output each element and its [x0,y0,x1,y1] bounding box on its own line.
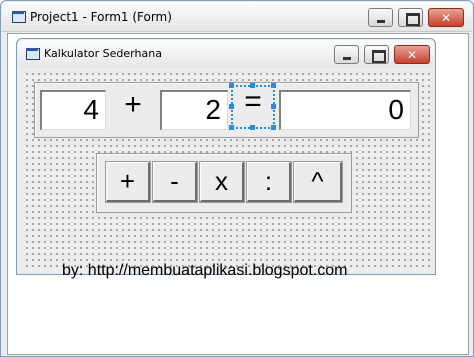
designer-minimize-button[interactable] [368,8,393,27]
minimize-icon [377,20,385,23]
operation-frame: + - x : ^ [96,153,352,213]
minimize-icon [343,57,351,60]
result-textbox[interactable]: 0 [279,90,411,130]
close-icon: ✕ [440,11,452,25]
subtract-button[interactable]: - [152,161,198,203]
operand1-textbox[interactable]: 4 [40,90,106,130]
divide-button[interactable]: : [246,161,292,203]
designer-close-button[interactable]: ✕ [428,8,464,27]
designer-window-title: Project1 - Form1 (Form) [30,10,172,24]
form-title-bar[interactable]: Kalkulator Sederhana ✕ [18,40,434,68]
form-title: Kalkulator Sederhana [44,47,162,60]
operator-label: + [124,88,142,121]
resize-handle[interactable] [229,125,234,130]
form-client-area: 4 + 2 = 0 + - x : ^ by: http://membuatap… [22,69,430,279]
close-icon: ✕ [406,48,418,62]
designer-maximize-button[interactable] [398,8,423,27]
resize-handle[interactable] [271,104,276,109]
resize-handle[interactable] [271,83,276,88]
form-close-button[interactable]: ✕ [394,45,430,64]
form-window[interactable]: Kalkulator Sederhana ✕ 4 + 2 = 0 + - x:… [16,38,436,279]
add-button[interactable]: + [105,161,151,203]
equals-label[interactable]: = [232,84,274,124]
resize-handle[interactable] [250,125,255,130]
operand2-textbox[interactable]: 2 [160,90,228,130]
multiply-button[interactable]: x [199,161,245,203]
resize-handle[interactable] [271,125,276,130]
input-frame: 4 + 2 = 0 [34,82,419,138]
resize-handle[interactable] [229,83,234,88]
credit-label: by: http://membuataplikasi.blogspot.com [62,262,348,279]
form-app-icon [12,11,26,23]
power-button[interactable]: ^ [293,161,343,203]
form-app-icon [26,48,40,60]
maximize-icon [406,13,420,26]
resize-handle[interactable] [250,83,255,88]
maximize-icon [372,50,386,63]
designer-title-bar[interactable]: Project1 - Form1 (Form) ✕ [2,2,472,32]
resize-handle[interactable] [229,104,234,109]
form-maximize-button[interactable] [364,45,389,64]
form-minimize-button[interactable] [334,45,359,64]
